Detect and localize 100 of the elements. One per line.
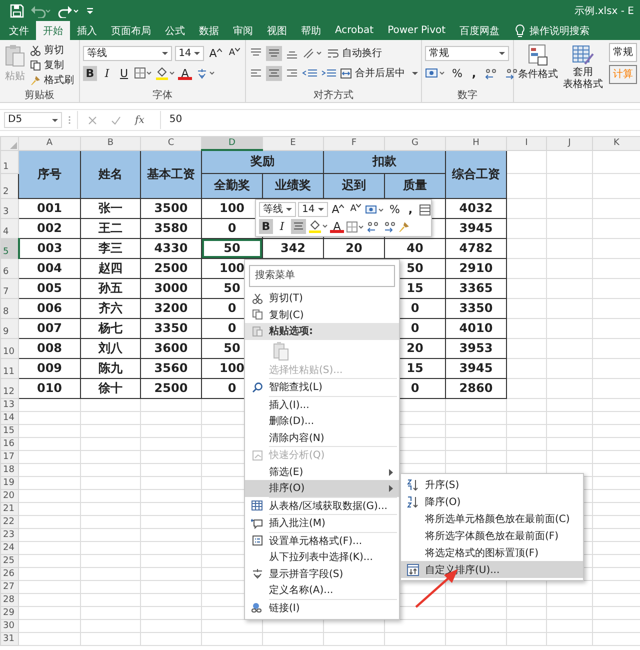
row-number[interactable]: 1 xyxy=(0,150,18,173)
number-format-field[interactable]: 常规 xyxy=(425,46,509,60)
row-number[interactable]: 5 xyxy=(0,238,18,258)
italic-button[interactable]: I xyxy=(100,66,114,80)
column-heading[interactable]: F xyxy=(324,136,384,150)
row-number[interactable]: 31 xyxy=(0,632,18,645)
column-heading[interactable]: G xyxy=(384,136,446,150)
row-number[interactable]: 25 xyxy=(0,554,18,567)
ribbon-tab[interactable]: 插入 xyxy=(70,21,104,40)
grow-font-button[interactable]: A xyxy=(207,46,224,60)
grow-font-button[interactable]: A xyxy=(330,202,346,217)
row-number[interactable]: 20 xyxy=(0,489,18,502)
menu-item[interactable]: 显示拼音字段(S) xyxy=(245,566,399,582)
bold-button[interactable]: B xyxy=(259,219,273,234)
align-center-icon[interactable] xyxy=(266,66,282,80)
border-icon[interactable] xyxy=(134,67,152,79)
menu-item[interactable]: 定义名称(A)... xyxy=(245,582,399,598)
underline-button[interactable]: U xyxy=(117,66,131,80)
name-box[interactable]: D5 xyxy=(4,112,62,128)
conditional-format-button[interactable]: 条件格式 xyxy=(517,43,559,102)
table-icon[interactable] xyxy=(419,204,432,216)
row-number[interactable]: 21 xyxy=(0,502,18,515)
wrap-text-button[interactable]: 自动换行 xyxy=(327,46,382,60)
row-number[interactable]: 24 xyxy=(0,541,18,554)
row-number[interactable]: 11 xyxy=(0,358,18,378)
row-number[interactable]: 18 xyxy=(0,463,18,476)
menu-item[interactable]: 将所选字体颜色放在最前面(F) xyxy=(401,527,583,544)
accounting-icon[interactable] xyxy=(425,66,447,80)
phonetic-icon[interactable] xyxy=(195,66,215,80)
row-number[interactable]: 27 xyxy=(0,580,18,593)
row-number[interactable]: 2 xyxy=(0,173,18,198)
align-right-icon[interactable] xyxy=(285,66,299,80)
column-heading[interactable]: J xyxy=(546,136,592,150)
comma-button[interactable]: , xyxy=(467,66,481,80)
copy-button[interactable]: 复制 xyxy=(30,58,74,72)
row-number[interactable]: 16 xyxy=(0,437,18,450)
format-as-table-button[interactable]: 套用 表格格式 xyxy=(562,43,604,102)
row-number[interactable]: 13 xyxy=(0,398,18,411)
font-size-field[interactable]: 14 xyxy=(298,202,328,217)
ribbon-tab[interactable]: 公式 xyxy=(158,21,192,40)
column-heading[interactable]: K xyxy=(592,136,640,150)
align-center-icon[interactable] xyxy=(291,219,306,234)
accounting-icon[interactable] xyxy=(365,204,386,216)
menu-item[interactable]: 将选定格式的图标置顶(F) xyxy=(401,544,583,561)
fill-color-icon[interactable] xyxy=(308,220,328,233)
border-icon[interactable] xyxy=(346,220,364,232)
cut-button[interactable]: 剪切 xyxy=(30,43,74,57)
column-heading[interactable]: H xyxy=(446,136,506,150)
fill-color-icon[interactable] xyxy=(155,66,175,80)
row-number[interactable]: 14 xyxy=(0,411,18,424)
column-heading[interactable]: I xyxy=(506,136,546,150)
menu-item[interactable]: 从下拉列表中选择(K)... xyxy=(245,549,399,566)
insert-function-button[interactable]: fx xyxy=(135,114,144,126)
merge-center-button[interactable]: 合并后居中 xyxy=(340,66,418,80)
row-number[interactable]: 22 xyxy=(0,515,18,528)
increase-indent-icon[interactable] xyxy=(321,66,337,80)
font-name-field[interactable]: 等线 xyxy=(83,46,172,60)
save-icon[interactable] xyxy=(10,4,24,18)
format-painter-button[interactable]: 格式刷 xyxy=(30,73,74,87)
menu-item[interactable]: 将所选单元格颜色放在最前面(C) xyxy=(401,510,583,527)
shrink-font-button[interactable]: A xyxy=(348,202,364,217)
ribbon-tab[interactable]: Power Pivot xyxy=(380,21,453,40)
row-number[interactable]: 6 xyxy=(0,258,18,278)
ribbon-tab[interactable]: Acrobat xyxy=(328,21,381,40)
font-size-field[interactable]: 14 xyxy=(174,46,204,60)
row-number[interactable]: 12 xyxy=(0,378,18,398)
ribbon-tab[interactable]: 文件 xyxy=(2,21,36,40)
percent-button[interactable]: % xyxy=(387,202,402,217)
decrease-indent-icon[interactable] xyxy=(302,66,318,80)
row-number[interactable]: 10 xyxy=(0,338,18,358)
decrease-decimal-icon[interactable] xyxy=(503,66,519,80)
menu-item[interactable]: 链接(I) xyxy=(245,600,399,616)
menu-item[interactable]: 升序(S) xyxy=(401,476,583,493)
undo-icon[interactable] xyxy=(30,4,52,18)
menu-item[interactable]: 筛选(E) xyxy=(245,464,399,480)
row-number[interactable]: 8 xyxy=(0,298,18,318)
font-name-field[interactable]: 等线 xyxy=(259,202,296,217)
redo-icon[interactable] xyxy=(58,4,80,18)
orientation-icon[interactable] xyxy=(302,46,324,60)
menu-item[interactable]: 排序(O) xyxy=(245,480,399,496)
row-number[interactable]: 23 xyxy=(0,528,18,541)
row-number[interactable]: 28 xyxy=(0,593,18,606)
ribbon-tab[interactable]: 数据 xyxy=(192,21,226,40)
menu-item[interactable]: 设置单元格格式(F)... xyxy=(245,532,399,549)
row-number[interactable]: 15 xyxy=(0,424,18,437)
row-number[interactable]: 29 xyxy=(0,606,18,619)
bold-button[interactable]: B xyxy=(83,66,97,80)
font-color-button[interactable]: A xyxy=(178,66,192,80)
column-heading[interactable]: E xyxy=(262,136,324,150)
decrease-decimal-icon[interactable] xyxy=(382,220,396,232)
row-number[interactable]: 3 xyxy=(0,198,18,218)
row-number[interactable]: 30 xyxy=(0,619,18,632)
brush-icon[interactable] xyxy=(398,220,410,232)
font-color-button[interactable]: A xyxy=(330,220,344,233)
menu-item[interactable]: 清除内容(N) xyxy=(245,430,399,446)
menu-search-field[interactable]: 搜索菜单 xyxy=(249,265,395,287)
ribbon-tab[interactable]: 开始 xyxy=(36,21,70,40)
column-heading[interactable]: D xyxy=(202,136,262,150)
row-number[interactable]: 19 xyxy=(0,476,18,489)
ribbon-tab[interactable]: 页面布局 xyxy=(104,21,158,40)
